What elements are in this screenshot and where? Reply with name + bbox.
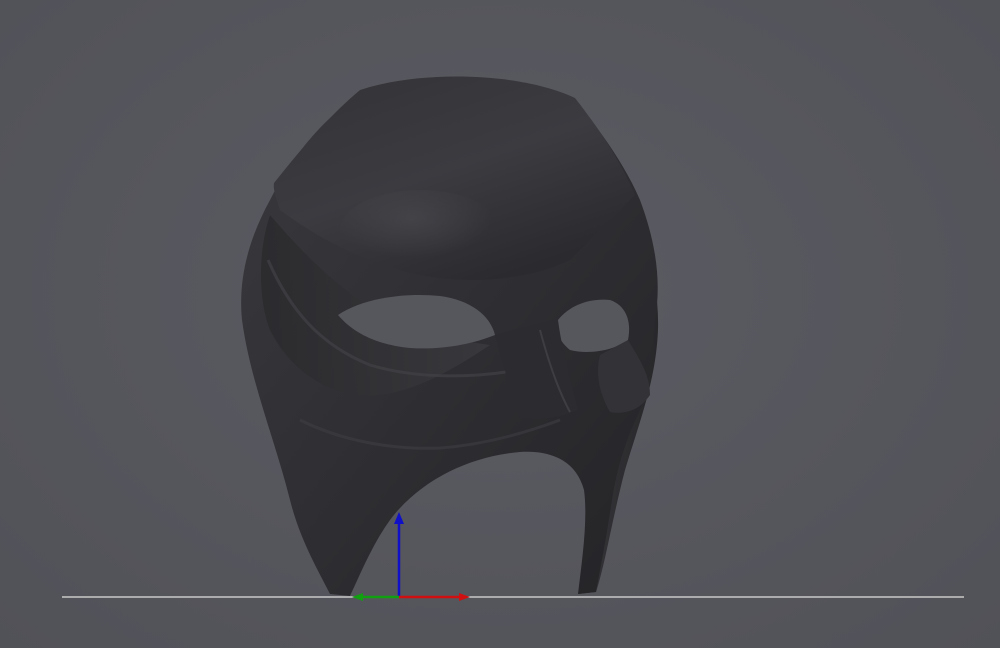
scene-canvas[interactable] bbox=[0, 0, 1000, 648]
mask-model[interactable] bbox=[241, 76, 659, 597]
z-axis-arrowhead bbox=[394, 512, 404, 524]
3d-viewport[interactable] bbox=[0, 0, 1000, 648]
y-axis-arrowhead bbox=[352, 593, 363, 601]
x-axis-arrowhead bbox=[459, 593, 470, 601]
mask-forehead-highlight bbox=[340, 190, 500, 270]
